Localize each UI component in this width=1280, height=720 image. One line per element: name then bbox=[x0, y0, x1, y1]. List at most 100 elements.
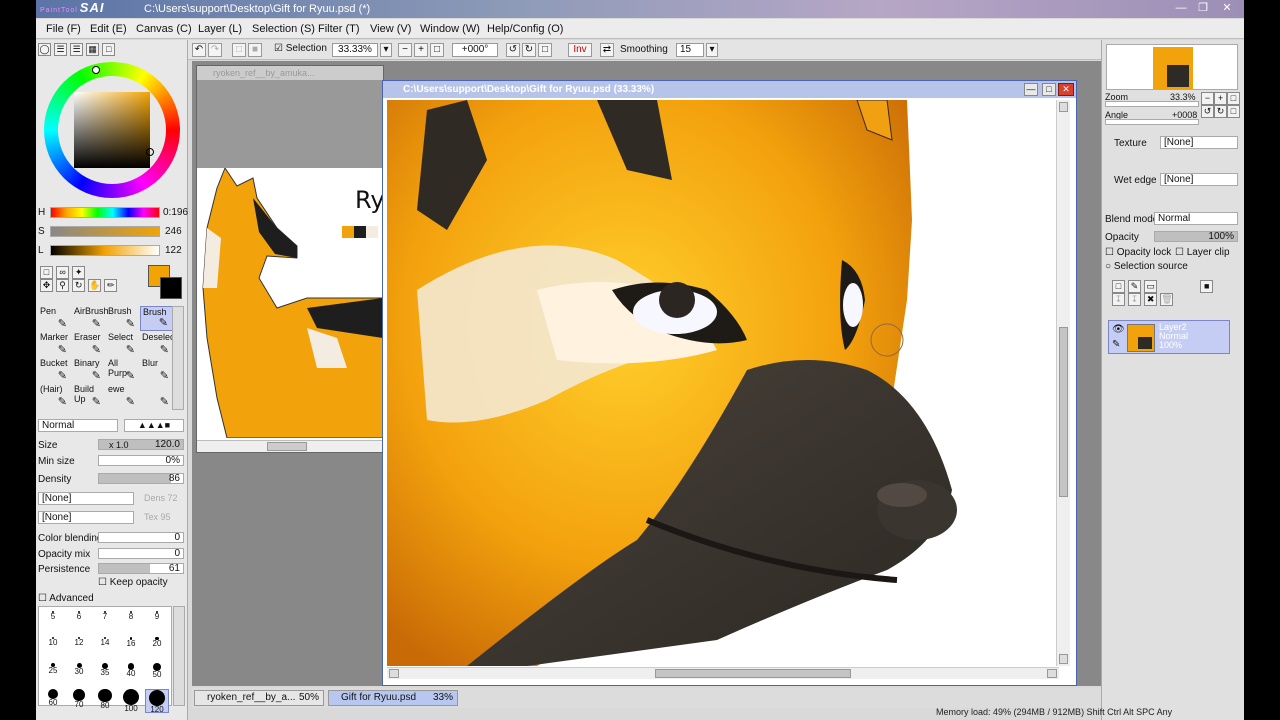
lasso-icon[interactable]: ∞ bbox=[56, 266, 70, 279]
texture2-select[interactable]: [None] bbox=[38, 511, 134, 524]
hue-slider[interactable] bbox=[50, 207, 160, 218]
menu-file[interactable]: File (F) bbox=[46, 23, 81, 35]
rotate-icon[interactable]: ↻ bbox=[72, 279, 86, 292]
flip-icon[interactable]: ⇄ bbox=[600, 43, 614, 57]
reference-document-window[interactable]: ryoken_ref__by_amuka... Ryo bbox=[196, 65, 399, 453]
nav-rotate-right-icon[interactable]: ↻ bbox=[1214, 105, 1227, 118]
menu-canvas[interactable]: Canvas (C) bbox=[136, 23, 192, 35]
color-wheel-tab-icon[interactable]: ◯ bbox=[38, 43, 51, 56]
brush-size-preset[interactable]: 9 bbox=[145, 611, 169, 635]
brush-size-preset[interactable]: 20 bbox=[145, 637, 169, 661]
saturation-slider[interactable] bbox=[50, 226, 160, 237]
angle-field[interactable]: +000° bbox=[452, 43, 498, 57]
tool-hair[interactable]: (Hair) ✎ bbox=[38, 384, 71, 409]
magic-wand-icon[interactable]: ✦ bbox=[72, 266, 86, 279]
brush-size-preset[interactable]: 70 bbox=[67, 689, 91, 713]
main-vscroll-thumb[interactable] bbox=[1059, 327, 1068, 497]
tool-select[interactable]: Select ✎ bbox=[106, 332, 139, 357]
brush-size-preset[interactable]: 30 bbox=[67, 663, 91, 687]
secondary-color-swatch[interactable] bbox=[160, 277, 182, 299]
layer-visibility-icon[interactable]: 👁 bbox=[1112, 324, 1125, 335]
rect-select-icon[interactable]: □ bbox=[40, 266, 53, 279]
min-size-slider[interactable]: 0% bbox=[98, 455, 184, 466]
new-folder-icon[interactable]: ▭ bbox=[1144, 280, 1158, 293]
hsv-slider-tab-icon[interactable]: ☰ bbox=[70, 43, 84, 56]
nav-zoom-out-icon[interactable]: − bbox=[1201, 92, 1214, 105]
brush-size-preset[interactable]: 120 bbox=[145, 689, 169, 714]
brush-size-scrollbar[interactable] bbox=[173, 606, 185, 706]
rotate-right-icon[interactable]: ↻ bbox=[522, 43, 536, 57]
main-vscroll[interactable] bbox=[1056, 100, 1070, 666]
wet-edge-select[interactable]: [None] bbox=[1160, 173, 1238, 186]
brush-size-preset[interactable]: 6 bbox=[67, 611, 91, 635]
tool-bucket[interactable]: Bucket ✎ bbox=[38, 358, 71, 383]
brush-mode-select[interactable]: Normal bbox=[38, 419, 118, 432]
layer-options-icon[interactable]: ■ bbox=[1200, 280, 1214, 293]
main-hscroll[interactable] bbox=[387, 667, 1059, 679]
nav-fit-icon[interactable]: □ bbox=[1227, 92, 1240, 105]
move-icon[interactable]: ✥ bbox=[40, 279, 53, 292]
new-layer-icon[interactable]: □ bbox=[1112, 280, 1125, 293]
brush-size-preset[interactable]: 10 bbox=[41, 637, 65, 661]
merge-down-icon[interactable]: ↧ bbox=[1128, 293, 1142, 306]
brush-size-preset[interactable]: 7 bbox=[93, 611, 117, 635]
brush-size-preset[interactable]: 16 bbox=[119, 637, 143, 661]
new-linework-layer-icon[interactable]: ✎ bbox=[1128, 280, 1142, 293]
minimize-icon[interactable]: — bbox=[1170, 1, 1192, 15]
persistence-slider[interactable]: 61 bbox=[98, 563, 184, 574]
menu-view[interactable]: View (V) bbox=[370, 23, 411, 35]
layer-texture-select[interactable]: [None] bbox=[1160, 136, 1238, 149]
zoom-in-icon[interactable]: + bbox=[414, 43, 428, 57]
delete-layer-icon[interactable]: 🗑 bbox=[1160, 293, 1174, 306]
invert-selection-icon[interactable]: ■ bbox=[248, 43, 262, 57]
brush-size-preset[interactable]: 60 bbox=[41, 689, 65, 713]
brush-size-preset[interactable]: 8 bbox=[119, 611, 143, 635]
rotate-reset-icon[interactable]: □ bbox=[538, 43, 552, 57]
nav-reset-icon[interactable]: □ bbox=[1227, 105, 1240, 118]
brush-size-preset[interactable]: 80 bbox=[93, 689, 117, 713]
close-icon[interactable]: ✕ bbox=[1216, 1, 1238, 15]
menu-edit[interactable]: Edit (E) bbox=[90, 23, 127, 35]
document-tab-main[interactable]: Gift for Ryuu.psd 33% bbox=[328, 690, 458, 706]
undo-icon[interactable]: ↶ bbox=[192, 43, 206, 57]
density-slider[interactable]: 86 bbox=[98, 473, 184, 484]
rotate-left-icon[interactable]: ↺ bbox=[506, 43, 520, 57]
color-blending-slider[interactable]: 0 bbox=[98, 532, 184, 543]
size-multiplier[interactable]: x 1.0 bbox=[109, 440, 129, 450]
blend-mode-select[interactable]: Normal bbox=[1154, 212, 1238, 225]
opacity-lock-checkbox[interactable]: ☐ Opacity lock bbox=[1105, 247, 1171, 258]
sv-marker[interactable] bbox=[146, 148, 154, 156]
nav-rotate-left-icon[interactable]: ↺ bbox=[1201, 105, 1214, 118]
tool-brush[interactable]: Brush ✎ bbox=[106, 306, 139, 331]
texture1-select[interactable]: [None] bbox=[38, 492, 134, 505]
tool-binary[interactable]: Binary ✎ bbox=[72, 358, 105, 383]
reference-scroll-thumb[interactable] bbox=[267, 442, 307, 451]
zoom-field[interactable]: 33.33% bbox=[332, 43, 378, 57]
swatches-tab-icon[interactable]: ▦ bbox=[86, 43, 100, 56]
nav-zoom-in-icon[interactable]: + bbox=[1214, 92, 1227, 105]
zoom-dropdown-icon[interactable]: ▾ bbox=[380, 43, 392, 57]
brush-size-preset[interactable]: 14 bbox=[93, 637, 117, 661]
selection-toggle[interactable]: ☑ Selection bbox=[274, 43, 327, 54]
smoothing-field[interactable]: 15 bbox=[676, 43, 704, 57]
zoom-out-icon[interactable]: − bbox=[398, 43, 412, 57]
redo-icon[interactable]: ↷ bbox=[208, 43, 222, 57]
eyedropper-icon[interactable]: ✏ bbox=[104, 279, 118, 292]
doc-minimize-icon[interactable]: — bbox=[1024, 83, 1038, 96]
keep-opacity-checkbox[interactable]: ☐ Keep opacity bbox=[98, 577, 168, 588]
advanced-checkbox[interactable]: ☐ Advanced bbox=[38, 593, 94, 604]
brush-shape-selector[interactable]: ▲▲▲■ bbox=[124, 419, 184, 432]
menu-layer[interactable]: Layer (L) bbox=[198, 23, 242, 35]
doc-close-icon[interactable]: ✕ bbox=[1058, 83, 1074, 96]
menu-help[interactable]: Help/Config (O) bbox=[487, 23, 563, 35]
saturation-value-square[interactable] bbox=[74, 92, 150, 168]
menu-filter[interactable]: Filter (T) bbox=[318, 23, 360, 35]
tool-eraser[interactable]: Eraser ✎ bbox=[72, 332, 105, 357]
brush-size-preset[interactable]: 40 bbox=[119, 663, 143, 687]
doc-maximize-icon[interactable]: □ bbox=[1042, 83, 1056, 96]
deselect-icon[interactable]: □ bbox=[232, 43, 246, 57]
menu-selection[interactable]: Selection (S) bbox=[252, 23, 315, 35]
brush-size-preset[interactable]: 100 bbox=[119, 689, 143, 713]
reference-hscroll[interactable] bbox=[197, 440, 383, 452]
tool-blur[interactable]: Blur ✎ bbox=[140, 358, 173, 383]
